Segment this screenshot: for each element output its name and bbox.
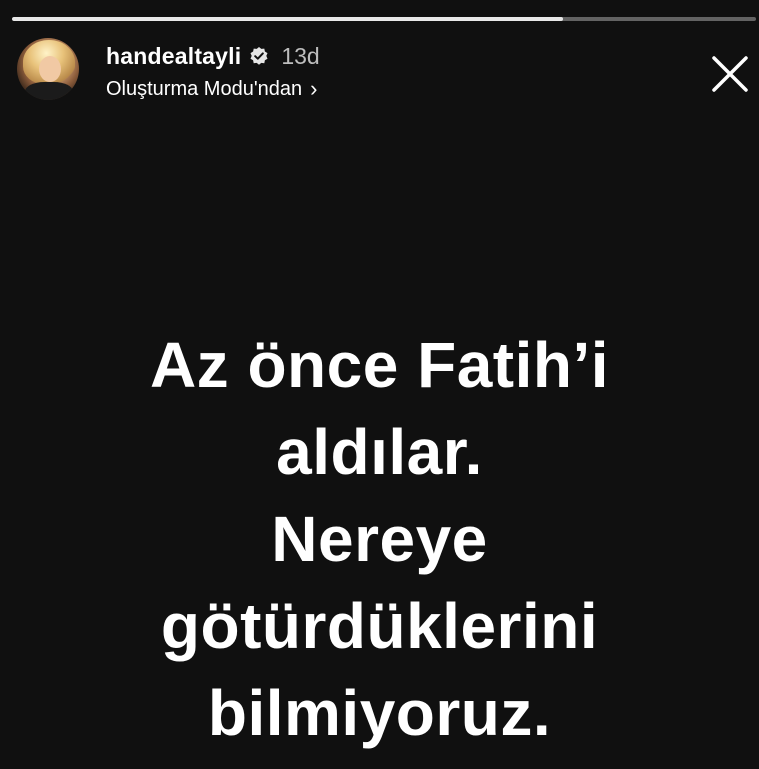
story-text-line: Nereye [271, 503, 488, 575]
verified-badge-icon [250, 47, 268, 65]
story-text-line: aldılar. [276, 416, 483, 488]
avatar-dress [25, 82, 73, 100]
story-progress-bar [12, 17, 756, 21]
create-mode-link[interactable]: Oluşturma Modu'ndan › [106, 76, 317, 102]
avatar[interactable] [17, 38, 79, 100]
username-link[interactable]: handealtayli [106, 43, 241, 70]
chevron-right-icon: › [310, 76, 318, 101]
story-text-line: Az önce Fatih’i [149, 329, 610, 401]
story-text-line: bilmiyoruz. [207, 677, 552, 749]
story-text-line: götürdüklerini [160, 590, 599, 662]
story-text: Az önce Fatih’i aldılar. Nereye götürdük… [0, 322, 759, 757]
story-viewer[interactable]: handealtayli 13d Oluşturma Modu'ndan › A… [0, 0, 759, 769]
avatar-face [39, 56, 61, 82]
close-icon[interactable] [708, 52, 752, 96]
story-time: 13d [281, 42, 320, 69]
story-header-user: handealtayli 13d [106, 42, 320, 70]
story-progress-fill [12, 17, 563, 21]
create-mode-label: Oluşturma Modu'ndan [106, 77, 303, 100]
